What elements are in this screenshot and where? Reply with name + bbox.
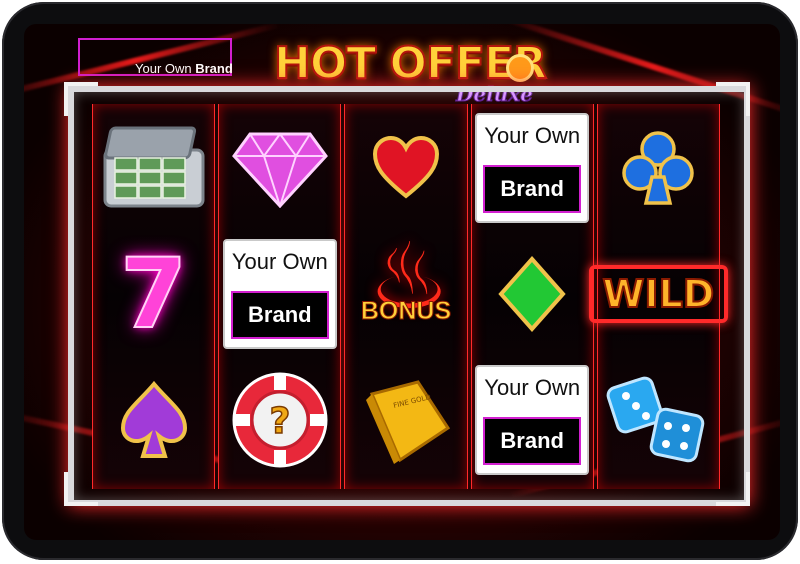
gold-bar-icon: FINE GOLD bbox=[366, 379, 451, 464]
reel-5: WILD bbox=[588, 104, 729, 489]
symbol-cell: Your Own Brand bbox=[472, 358, 593, 481]
brand-symbol-line1: Your Own bbox=[484, 374, 581, 400]
symbol-cell: Your Own Brand bbox=[472, 106, 593, 229]
symbol-cell bbox=[93, 106, 214, 229]
game-screen: Your Own Brand HOT OFFER Deluxe 7 Your O… bbox=[24, 24, 780, 540]
frame-corner bbox=[716, 82, 750, 116]
brand-symbol-line2: Brand bbox=[483, 416, 582, 465]
symbol-cell bbox=[472, 232, 593, 355]
spade-icon bbox=[120, 380, 187, 458]
symbol-cell: Your Own Brand bbox=[219, 232, 340, 355]
dice-icon bbox=[607, 376, 705, 462]
reel-3: ♨ BONUS FINE GOLD bbox=[344, 104, 468, 489]
symbol-cell: FINE GOLD bbox=[345, 358, 466, 481]
bonus-symbol: ♨ BONUS bbox=[346, 230, 466, 349]
reel-1: 7 bbox=[92, 104, 216, 489]
club-icon bbox=[622, 130, 695, 205]
bonus-label: BONUS bbox=[360, 296, 452, 325]
lucky-seven-icon: 7 bbox=[119, 237, 188, 350]
symbol-cell bbox=[598, 106, 719, 229]
symbol-cell bbox=[598, 358, 719, 481]
frame-corner bbox=[716, 472, 750, 506]
brand-symbol-line1: Your Own bbox=[484, 122, 581, 148]
reel-2: Your Own Brand ? bbox=[218, 104, 342, 489]
symbol-cell bbox=[345, 106, 466, 229]
brand-symbol-line1: Your Own bbox=[231, 248, 328, 274]
symbol-cell: 7 bbox=[93, 232, 214, 355]
diamond-suit-icon bbox=[498, 255, 566, 332]
heart-icon bbox=[372, 135, 440, 199]
money-briefcase-icon bbox=[103, 126, 205, 207]
mystery-mark: ? bbox=[269, 401, 290, 442]
mystery-chip-icon: ? bbox=[232, 372, 328, 467]
symbol-cell: ? bbox=[219, 358, 340, 481]
brand-placeholder-text: Your Own Brand bbox=[135, 61, 233, 76]
brand-symbol-line2: Brand bbox=[483, 164, 582, 213]
tablet-bezel: Your Own Brand HOT OFFER Deluxe 7 Your O… bbox=[2, 2, 798, 560]
brand-symbol: Your Own Brand bbox=[475, 364, 590, 475]
brand-symbol: Your Own Brand bbox=[475, 112, 590, 223]
symbol-cell bbox=[93, 358, 214, 481]
logo-chip-icon bbox=[506, 54, 534, 82]
wild-icon: WILD bbox=[588, 264, 729, 323]
reel-4: Your Own Brand Your Own Brand bbox=[470, 104, 594, 489]
diamond-gem-icon bbox=[231, 131, 328, 208]
symbol-cell: WILD bbox=[588, 232, 729, 355]
symbol-cell: ♨ BONUS bbox=[345, 230, 466, 355]
reels: 7 Your Own Brand ? ♨ BONUS FINE GOLD You… bbox=[92, 104, 729, 489]
brand-placeholder: Your Own Brand bbox=[78, 38, 233, 76]
brand-symbol-line2: Brand bbox=[230, 290, 329, 339]
brand-symbol: Your Own Brand bbox=[222, 238, 337, 349]
symbol-cell bbox=[219, 106, 340, 229]
